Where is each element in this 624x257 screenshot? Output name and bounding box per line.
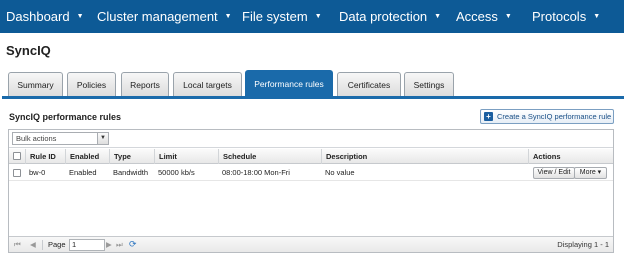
tab-performance-rules[interactable]: Performance rules bbox=[245, 70, 333, 96]
cell-schedule: 08:00-18:00 Mon-Fri bbox=[222, 168, 290, 177]
select-all-checkbox[interactable] bbox=[13, 152, 21, 160]
create-performance-rule-label: Create a SyncIQ performance rule bbox=[497, 112, 612, 121]
tab-policies[interactable]: Policies bbox=[67, 72, 116, 96]
grid-toolbar: Bulk actions ▼ bbox=[9, 130, 613, 148]
pager-separator bbox=[42, 240, 43, 250]
column-enabled[interactable]: Enabled bbox=[65, 149, 109, 164]
column-type[interactable]: Type bbox=[109, 149, 154, 164]
header-select-all bbox=[9, 149, 25, 164]
tab-summary[interactable]: Summary bbox=[8, 72, 63, 96]
page-title: SyncIQ bbox=[6, 43, 51, 58]
create-performance-rule-button[interactable]: + Create a SyncIQ performance rule bbox=[480, 109, 614, 124]
column-limit[interactable]: Limit bbox=[154, 149, 218, 164]
nav-data-protection-label: Data protection bbox=[339, 9, 428, 24]
nav-access[interactable]: Access ▼ bbox=[456, 0, 512, 33]
previous-page-icon[interactable]: ◀ bbox=[30, 240, 36, 250]
page-label: Page bbox=[48, 240, 66, 249]
chevron-down-icon: ▼ bbox=[224, 13, 232, 20]
cell-rule-id: bw-0 bbox=[29, 168, 46, 177]
top-navigation: Dashboard ▼ Cluster management ▼ File sy… bbox=[0, 0, 624, 33]
tab-bar-underline bbox=[2, 96, 624, 99]
bulk-actions-select[interactable]: Bulk actions ▼ bbox=[12, 132, 109, 145]
chevron-down-icon: ▼ bbox=[593, 13, 601, 20]
tab-local-targets[interactable]: Local targets bbox=[173, 72, 242, 96]
chevron-down-icon: ▼ bbox=[434, 13, 442, 20]
tab-settings[interactable]: Settings bbox=[404, 72, 454, 96]
tab-reports[interactable]: Reports bbox=[121, 72, 169, 96]
view-edit-button[interactable]: View / Edit bbox=[533, 167, 575, 179]
nav-data-protection[interactable]: Data protection ▼ bbox=[339, 0, 441, 33]
bulk-actions-value: Bulk actions bbox=[16, 134, 57, 143]
table-header: Rule ID Enabled Type Limit Schedule Desc… bbox=[9, 149, 613, 164]
column-schedule[interactable]: Schedule bbox=[218, 149, 321, 164]
nav-access-label: Access bbox=[456, 9, 498, 24]
displaying-count: Displaying 1 - 1 bbox=[557, 240, 609, 249]
plus-icon: + bbox=[484, 112, 493, 121]
column-rule-id[interactable]: Rule ID bbox=[25, 149, 65, 164]
nav-protocols[interactable]: Protocols ▼ bbox=[532, 0, 600, 33]
column-description[interactable]: Description bbox=[321, 149, 528, 164]
refresh-icon[interactable]: ⟳ bbox=[129, 239, 137, 250]
tab-certificates[interactable]: Certificates bbox=[337, 72, 401, 96]
next-page-icon[interactable]: ▶ bbox=[106, 240, 112, 250]
tab-bar: Summary Policies Reports Local targets P… bbox=[0, 70, 624, 96]
page-number-input[interactable]: 1 bbox=[69, 239, 105, 251]
nav-cluster-management[interactable]: Cluster management ▼ bbox=[97, 0, 232, 33]
nav-dashboard-label: Dashboard bbox=[6, 9, 70, 24]
nav-dashboard[interactable]: Dashboard ▼ bbox=[6, 0, 84, 33]
nav-file-system-label: File system bbox=[242, 9, 308, 24]
more-actions-button[interactable]: More ▾ bbox=[574, 167, 607, 179]
nav-cluster-management-label: Cluster management bbox=[97, 9, 218, 24]
performance-rules-grid: Bulk actions ▼ Rule ID Enabled Type Limi… bbox=[8, 129, 614, 253]
cell-limit: 50000 kb/s bbox=[158, 168, 195, 177]
cell-description: No value bbox=[325, 168, 355, 177]
chevron-down-icon: ▼ bbox=[314, 13, 322, 20]
section-title: SyncIQ performance rules bbox=[9, 112, 122, 122]
chevron-down-icon: ▼ bbox=[76, 13, 84, 20]
cell-enabled: Enabled bbox=[69, 168, 97, 177]
nav-file-system[interactable]: File system ▼ bbox=[242, 0, 322, 33]
row-checkbox[interactable] bbox=[13, 169, 21, 177]
cell-type: Bandwidth bbox=[113, 168, 149, 177]
last-page-icon[interactable]: ⏭ bbox=[116, 240, 123, 250]
column-actions: Actions bbox=[528, 149, 613, 164]
chevron-down-icon[interactable]: ▼ bbox=[97, 133, 108, 144]
first-page-icon[interactable]: ⏮ bbox=[14, 240, 21, 250]
nav-protocols-label: Protocols bbox=[532, 9, 587, 24]
table-row[interactable]: bw-0 Enabled Bandwidth 50000 kb/s 08:00-… bbox=[9, 165, 613, 181]
chevron-down-icon: ▼ bbox=[504, 13, 512, 20]
grid-pager: ⏮ ◀ Page 1 ▶ ⏭ ⟳ Displaying 1 - 1 bbox=[9, 236, 613, 252]
